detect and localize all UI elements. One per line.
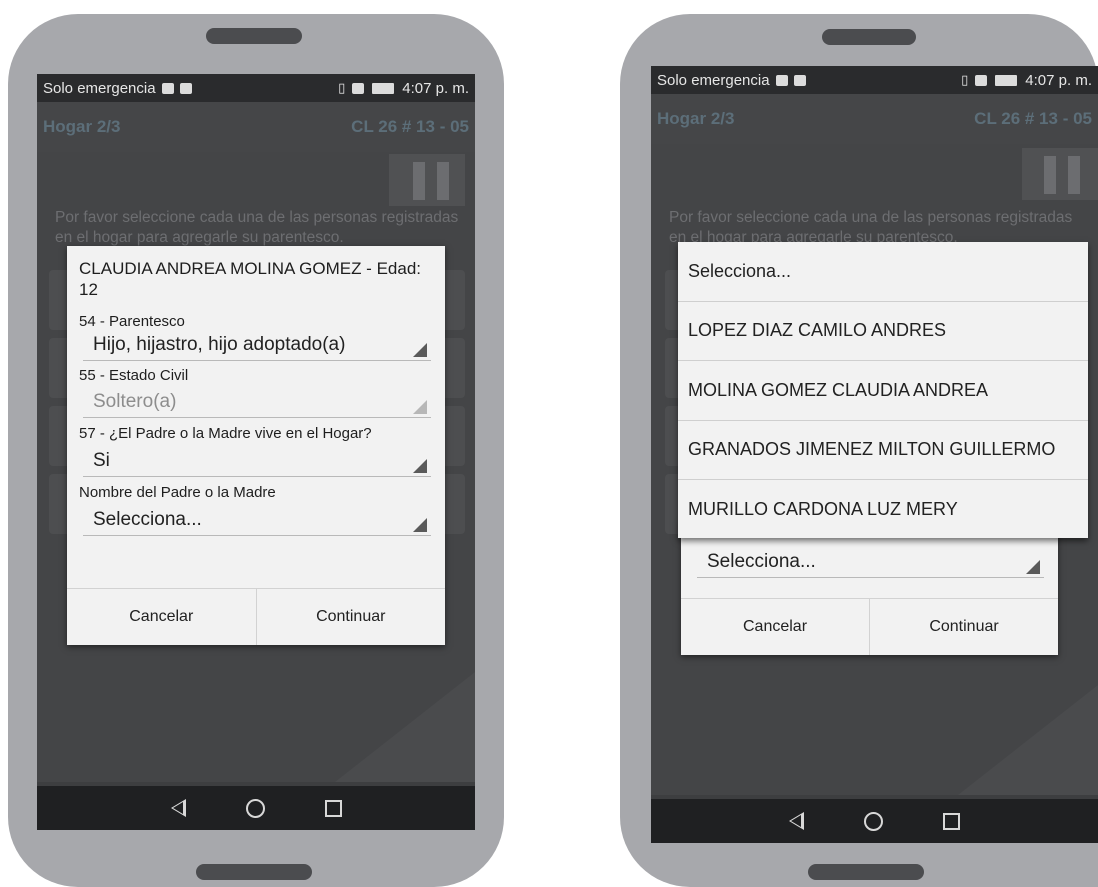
decorative-shade: [335, 672, 475, 782]
pause-icon: [437, 162, 449, 200]
padre-madre-label: 57 - ¿El Padre o la Madre vive en el Hog…: [79, 425, 372, 442]
app-bar: Hogar 2/3 CL 26 # 13 - 05: [37, 102, 475, 152]
parent-dropdown: Selecciona... LOPEZ DIAZ CAMILO ANDRES M…: [678, 242, 1088, 538]
battery-icon: [372, 82, 395, 94]
speaker-top: [206, 28, 302, 44]
dropdown-caret-icon: [413, 459, 427, 473]
back-icon[interactable]: [170, 799, 186, 817]
dialog-title: CLAUDIA ANDREA MOLINA GOMEZ - Edad: 12: [79, 259, 421, 299]
screen-icon: [352, 82, 365, 94]
parent-name-select[interactable]: Selecciona...: [83, 506, 431, 536]
pause-button[interactable]: [389, 154, 465, 206]
notification-icon: [161, 82, 174, 94]
decorative-shade: [958, 685, 1098, 795]
status-bar: Solo emergencia ▯ 4:07 p. m.: [651, 66, 1098, 94]
page-title: Hogar 2/3: [657, 109, 735, 128]
stage: Solo emergencia ▯ 4:07 p. m. Hogar 2/3 C…: [0, 0, 1098, 887]
continue-button[interactable]: Continuar: [869, 599, 1058, 655]
recents-icon[interactable]: [943, 812, 960, 830]
home-icon[interactable]: [245, 798, 265, 818]
pause-icon: [1068, 156, 1080, 194]
instructions-text: Por favor seleccione cada una de las per…: [55, 209, 459, 246]
nav-bar: [651, 799, 1098, 843]
dropdown-caret-icon: [1026, 560, 1040, 574]
carrier-text: Solo emergencia: [43, 79, 156, 97]
clock: 4:07 p. m.: [1025, 71, 1092, 89]
notification-icon: [793, 74, 806, 86]
parent-name-label: Nombre del Padre o la Madre: [79, 484, 276, 501]
parent-name-select[interactable]: Selecciona...: [697, 548, 1044, 578]
dropdown-option[interactable]: Selecciona...: [678, 242, 1088, 302]
cancel-button[interactable]: Cancelar: [67, 589, 256, 645]
page-title: Hogar 2/3: [43, 117, 121, 136]
parent-name-value: Selecciona...: [707, 551, 816, 572]
battery-icon: [995, 74, 1018, 86]
dropdown-caret-icon: [413, 343, 427, 357]
nav-bar: [37, 786, 475, 830]
speaker-bottom: [196, 864, 312, 880]
dropdown-option[interactable]: MOLINA GOMEZ CLAUDIA ANDREA: [678, 361, 1088, 421]
vibrate-icon: ▯: [338, 80, 345, 95]
parentesco-value: Hijo, hijastro, hijo adoptado(a): [93, 334, 346, 355]
back-icon[interactable]: [789, 812, 804, 830]
pause-icon: [413, 162, 425, 200]
notification-icon: [775, 74, 788, 86]
app-bar: Hogar 2/3 CL 26 # 13 - 05: [651, 94, 1098, 144]
dropdown-caret-icon: [413, 400, 427, 414]
estado-civil-value: Soltero(a): [93, 391, 177, 412]
padre-madre-select[interactable]: Si: [83, 447, 431, 477]
clock: 4:07 p. m.: [402, 79, 469, 97]
address-label: CL 26 # 13 - 05: [351, 117, 469, 136]
pause-button[interactable]: [1022, 148, 1098, 200]
home-icon[interactable]: [864, 811, 883, 831]
status-bar: Solo emergencia ▯ 4:07 p. m.: [37, 74, 475, 102]
pause-icon: [1044, 156, 1056, 194]
dialog-buttons: Cancelar Continuar: [681, 598, 1058, 655]
person-dialog: Selecciona... Cancelar Continuar: [681, 520, 1058, 655]
person-dialog: CLAUDIA ANDREA MOLINA GOMEZ - Edad: 12 5…: [67, 246, 445, 645]
continue-button[interactable]: Continuar: [255, 589, 446, 645]
parent-name-value: Selecciona...: [93, 509, 202, 530]
dialog-buttons: Cancelar Continuar: [67, 588, 445, 645]
parentesco-label: 54 - Parentesco: [79, 313, 185, 330]
vibrate-icon: ▯: [961, 72, 968, 87]
parentesco-select[interactable]: Hijo, hijastro, hijo adoptado(a): [83, 331, 431, 361]
speaker-top: [822, 29, 916, 45]
recents-icon[interactable]: [324, 799, 342, 817]
estado-civil-label: 55 - Estado Civil: [79, 367, 189, 384]
screen-icon: [975, 74, 988, 86]
estado-civil-select: Soltero(a): [83, 388, 431, 418]
notification-icon: [179, 82, 192, 94]
speaker-bottom: [808, 864, 924, 880]
padre-madre-value: Si: [93, 450, 110, 471]
address-label: CL 26 # 13 - 05: [974, 109, 1092, 128]
dropdown-option[interactable]: LOPEZ DIAZ CAMILO ANDRES: [678, 302, 1088, 361]
dropdown-caret-icon: [413, 518, 427, 532]
dropdown-option[interactable]: GRANADOS JIMENEZ MILTON GUILLERMO: [678, 421, 1088, 480]
carrier-text: Solo emergencia: [657, 71, 770, 89]
dropdown-option[interactable]: MURILLO CARDONA LUZ MERY: [678, 480, 1088, 540]
cancel-button[interactable]: Cancelar: [681, 599, 869, 655]
